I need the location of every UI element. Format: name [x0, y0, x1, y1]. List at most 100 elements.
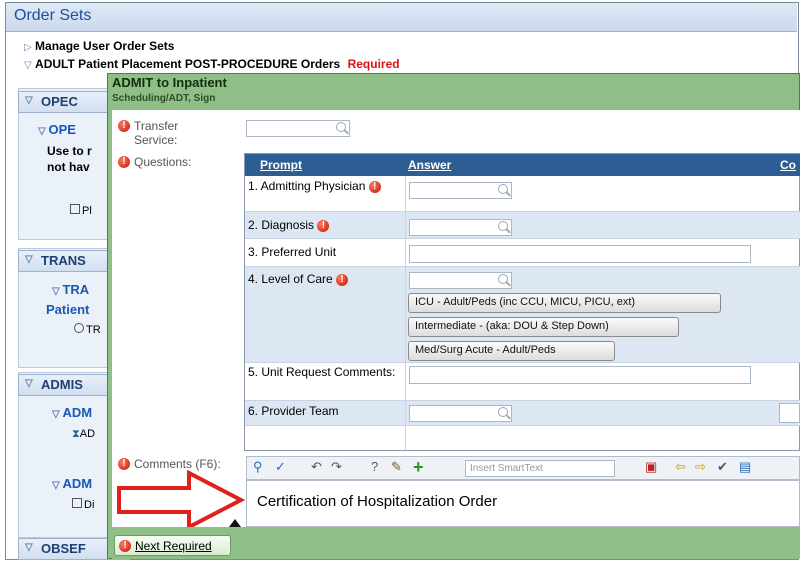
checkbox[interactable]: [72, 498, 82, 508]
icu-option-button[interactable]: ICU - Adult/Peds (inc CCU, MICU, PICU, e…: [408, 293, 721, 313]
collapse-triangle-icon: ▽: [52, 286, 63, 297]
prompt-column-header[interactable]: Prompt: [260, 158, 302, 172]
comments-editor[interactable]: Certification of Hospitalization Order: [246, 480, 800, 527]
adm-subsection-1[interactable]: ▽ ADM: [52, 405, 92, 420]
required-error-icon: !: [119, 540, 131, 552]
grid-column-divider: [405, 176, 406, 450]
spell-check-icon[interactable]: ✓: [275, 459, 286, 475]
tra-sub-label: TRA: [62, 282, 90, 297]
order-set-row[interactable]: ▽ ADULT Patient Placement POST-PROCEDURE…: [24, 57, 544, 71]
add-icon[interactable]: +: [413, 457, 424, 478]
required-error-icon: !: [368, 180, 381, 193]
checkbox[interactable]: [70, 204, 80, 214]
ad-item-label: AD: [79, 428, 96, 440]
collapse-triangle-icon: ▽: [25, 95, 33, 106]
save-icon[interactable]: ▤: [739, 459, 751, 475]
admitting-physician-input[interactable]: [409, 182, 512, 199]
preferred-unit-input[interactable]: [409, 245, 751, 263]
di-item-label: Di: [84, 499, 95, 511]
search-icon[interactable]: [336, 122, 346, 132]
expand-triangle-icon: ▷: [24, 42, 32, 53]
pl-item-label: Pl: [82, 205, 92, 217]
collapse-triangle-icon: ▽: [52, 409, 63, 420]
undo-icon[interactable]: ↶: [311, 459, 322, 475]
intermediate-option-button[interactable]: Intermediate - (aka: DOU & Step Down): [408, 317, 679, 337]
patient-text: Patient: [46, 302, 90, 317]
use-text-2: not hav: [47, 160, 90, 174]
prompt-unit-request-comments: 5. Unit Request Comments:: [248, 365, 396, 379]
unit-request-comments-input[interactable]: [409, 366, 751, 384]
required-badge: Required: [347, 57, 400, 71]
dialog-title: ADMIT to Inpatient: [112, 75, 227, 90]
prompt-diagnosis: 2. Diagnosis !: [248, 218, 330, 232]
prompt-text: 4. Level of Care: [248, 272, 333, 286]
prompt-admitting-physician: 1. Admitting Physician !: [248, 179, 398, 193]
red-arrow-annotation: [117, 470, 246, 530]
opec-subsection[interactable]: ▽ OPE: [38, 122, 76, 137]
med-surg-option-button[interactable]: Med/Surg Acute - Adult/Peds: [408, 341, 615, 361]
manage-user-order-sets-row[interactable]: ▷ Manage User Order Sets: [24, 39, 174, 53]
opec-header-label: OPEC: [41, 94, 78, 109]
collapse-triangle-icon: ▽: [25, 542, 33, 553]
transfer-service-input[interactable]: [246, 120, 350, 137]
use-text-1: Use to r: [47, 144, 92, 158]
collapse-triangle-icon: ▽: [25, 378, 33, 389]
collapse-triangle-icon: ▽: [52, 480, 63, 491]
required-error-icon: !: [118, 458, 130, 470]
required-error-icon: !: [118, 156, 130, 168]
prompt-provider-team: 6. Provider Team: [248, 404, 339, 418]
order-set-name: ADULT Patient Placement POST-PROCEDURE O…: [35, 57, 341, 71]
next-required-button[interactable]: ! Next Required: [114, 535, 231, 556]
search-icon[interactable]: [498, 407, 508, 417]
required-error-icon: !: [317, 219, 330, 232]
transfer-service-label: Transfer Service:: [134, 119, 179, 147]
order-sets-title: Order Sets: [14, 7, 92, 24]
comment-text: Certification of Hospitalization Order: [257, 493, 498, 510]
provider-team-input[interactable]: [409, 405, 512, 422]
order-sets-title-bar: [6, 3, 797, 32]
ad-item-row[interactable]: ⧗AD: [72, 428, 95, 441]
adm-sub-label: ADM: [62, 405, 93, 420]
next-required-label: Next Required: [135, 539, 212, 553]
opec-sub-label: OPE: [48, 122, 76, 137]
search-icon[interactable]: [498, 274, 508, 284]
smartphrase-icon[interactable]: ✎: [391, 459, 402, 475]
prompt-text: 2. Diagnosis: [248, 218, 315, 232]
adm-sub-label: ADM: [62, 476, 93, 491]
insert-smarttext-input[interactable]: Insert SmartText: [465, 460, 615, 477]
find-icon[interactable]: ⚲: [253, 459, 263, 475]
adm-subsection-2[interactable]: ▽ ADM: [52, 476, 92, 491]
redo-icon[interactable]: ↷: [331, 459, 342, 475]
admis-header-label: ADMIS: [41, 377, 83, 392]
prompt-preferred-unit: 3. Preferred Unit: [248, 245, 337, 259]
copy-icon[interactable]: ▣: [645, 459, 657, 475]
comment-column-header[interactable]: Co: [780, 158, 796, 172]
questions-grid-header: Prompt Answer Co: [245, 154, 800, 176]
di-checkbox-row[interactable]: Di: [72, 498, 94, 511]
dialog-subtitle: Scheduling/ADT, Sign: [112, 93, 216, 104]
pl-checkbox-row[interactable]: Pl: [70, 204, 92, 217]
tr-radio-row[interactable]: TR: [74, 323, 101, 336]
prompt-level-of-care: 4. Level of Care !: [248, 272, 349, 286]
diagnosis-input[interactable]: [409, 219, 512, 236]
radio-button[interactable]: [74, 323, 84, 333]
tra-subsection[interactable]: ▽ TRA: [52, 282, 89, 297]
search-icon[interactable]: [498, 184, 508, 194]
provider-team-comment-box[interactable]: [779, 403, 800, 423]
hourglass-icon: ⧗: [72, 428, 80, 440]
search-icon[interactable]: [498, 221, 508, 231]
collapse-triangle-icon: ▽: [25, 254, 33, 265]
required-error-icon: !: [118, 120, 130, 132]
collapse-triangle-icon: ▽: [38, 126, 49, 137]
left-arrow-icon[interactable]: ⇦: [675, 459, 686, 475]
checkmark-icon[interactable]: ✔: [717, 459, 728, 475]
collapse-triangle-icon: ▽: [24, 60, 32, 71]
prompt-text: 1. Admitting Physician: [248, 179, 366, 193]
right-arrow-icon[interactable]: ⇨: [695, 459, 706, 475]
help-icon[interactable]: ?: [371, 459, 378, 474]
comments-label: Comments (F6):: [134, 457, 221, 471]
level-of-care-input[interactable]: [409, 272, 512, 289]
answer-column-header[interactable]: Answer: [408, 158, 451, 172]
manage-user-order-sets-link[interactable]: Manage User Order Sets: [35, 39, 174, 53]
comments-toolbar: ⚲ ✓ ↶ ↷ ? ✎ + Insert SmartText ▣ ⇦ ⇨ ✔ ▤: [246, 456, 800, 480]
